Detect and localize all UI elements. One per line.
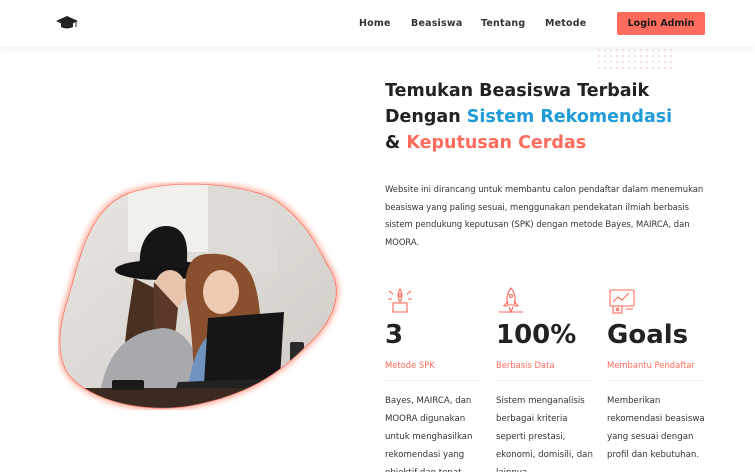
- stat-description: Sistem menganalisis berbagai kriteria se…: [496, 396, 593, 472]
- dot-pattern-decoration: [596, 47, 676, 73]
- graduation-cap-icon[interactable]: [55, 15, 79, 31]
- nav-metode[interactable]: Metode: [545, 18, 586, 29]
- hero-description: Website ini dirancang untuk membantu cal…: [385, 184, 704, 247]
- hero-title-line1: Temukan Beasiswa Terbaik: [385, 81, 650, 101]
- hero-title: Temukan Beasiswa Terbaik Dengan Sistem R…: [385, 78, 735, 156]
- stat-metode-spk: 3 Metode SPK: [385, 285, 485, 381]
- hero-highlight-coral: Keputusan Cerdas: [406, 133, 587, 153]
- hero-image: [57, 182, 348, 411]
- stat-description: Bayes, MAIRCA, dan MOORA digunakan untuk…: [385, 396, 473, 472]
- stat-label: Metode SPK: [385, 360, 435, 370]
- stat-goals: Goals Membantu Pendaftar: [607, 285, 707, 381]
- dashboard-icon: [609, 289, 635, 314]
- stat-divider: [607, 380, 703, 381]
- navbar: Home Beasiswa Tentang Metode Login Admin: [0, 0, 755, 47]
- stat-value: Goals: [607, 320, 689, 350]
- hero-title-line3: & Keputusan Cerdas: [385, 130, 735, 156]
- stat-divider: [496, 380, 592, 381]
- stat-value: 3: [385, 320, 404, 350]
- stat-value: 100%: [496, 320, 577, 350]
- stat-label: Membantu Pendaftar: [607, 360, 695, 370]
- hero-title-line2: Dengan Sistem Rekomendasi: [385, 104, 735, 130]
- hero-title-line2-prefix: Dengan: [385, 107, 467, 127]
- rocket-icon: [388, 288, 412, 313]
- stat-description: Memberikan rekomendasi beasiswa yang ses…: [607, 396, 705, 460]
- hero-highlight-blue: Sistem Rekomendasi: [466, 107, 673, 127]
- stat-divider: [385, 380, 481, 381]
- nav-home[interactable]: Home: [359, 18, 391, 29]
- stat-berbasis-data: 100% Berbasis Data: [496, 285, 596, 381]
- stat-label: Berbasis Data: [496, 360, 555, 370]
- login-admin-button[interactable]: Login Admin: [617, 12, 705, 35]
- nav-tentang[interactable]: Tentang: [481, 18, 525, 29]
- hero-title-line3-prefix: &: [385, 133, 407, 153]
- nav-beasiswa[interactable]: Beasiswa: [411, 18, 462, 29]
- rocket-icon: [499, 287, 523, 314]
